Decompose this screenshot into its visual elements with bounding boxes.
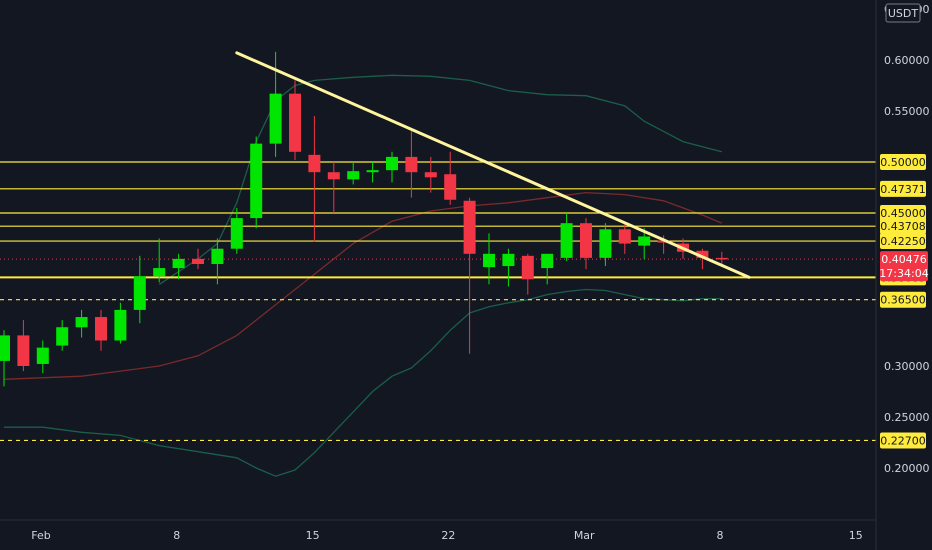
candle-body bbox=[36, 347, 49, 364]
candle-body bbox=[114, 309, 127, 341]
candle-body bbox=[347, 171, 360, 180]
price-tick-1: 0.55000 bbox=[884, 105, 930, 118]
candle-body bbox=[308, 154, 321, 173]
candle-body bbox=[230, 218, 243, 249]
candle-body bbox=[366, 170, 379, 173]
candle-body bbox=[580, 223, 592, 258]
price-chart[interactable]: 0.65000USDT0.600000.550000.300000.250000… bbox=[0, 0, 932, 550]
time-tick-2: 15 bbox=[306, 529, 320, 542]
time-tick-1: 8 bbox=[173, 529, 180, 542]
candle-body bbox=[56, 327, 69, 346]
candle-body bbox=[560, 223, 573, 258]
price-axis[interactable]: 0.65000USDT0.600000.550000.300000.250000… bbox=[875, 0, 932, 550]
time-tick-3: 22 bbox=[441, 529, 455, 542]
candle-body bbox=[618, 229, 631, 244]
candle-body bbox=[405, 156, 418, 173]
level-badge-label-3: 0.43708 bbox=[880, 220, 926, 233]
time-tick-5: 8 bbox=[717, 529, 724, 542]
countdown-label: 17:34:04 bbox=[879, 267, 928, 280]
price-tick-4: 0.20000 bbox=[884, 462, 930, 475]
candle-body bbox=[541, 253, 554, 269]
candle-body bbox=[521, 255, 534, 280]
candle-body bbox=[250, 143, 263, 219]
candle-body bbox=[483, 253, 495, 268]
candle-body bbox=[75, 317, 88, 328]
candle-body bbox=[211, 248, 224, 264]
chart-canvas[interactable]: 0.65000USDT0.600000.550000.300000.250000… bbox=[0, 0, 932, 550]
candle-body bbox=[133, 276, 146, 310]
candle-body bbox=[599, 229, 612, 258]
level-badge-label-2: 0.45000 bbox=[880, 207, 926, 220]
candle-body bbox=[502, 253, 515, 267]
candle-body bbox=[192, 258, 204, 264]
candle-body bbox=[289, 93, 301, 152]
candle-body bbox=[386, 156, 398, 171]
current-price-label: 0.40476 bbox=[881, 253, 927, 266]
candle-body bbox=[444, 174, 457, 200]
price-tick-2: 0.30000 bbox=[884, 360, 930, 373]
candle-body bbox=[424, 172, 437, 178]
candle-13 bbox=[250, 136, 263, 229]
candle-body bbox=[172, 258, 185, 269]
candle-body bbox=[269, 93, 282, 144]
candle-body bbox=[17, 335, 30, 366]
candle-body bbox=[638, 236, 651, 246]
candle-body bbox=[463, 200, 476, 254]
candle-body bbox=[153, 268, 166, 277]
currency-label: USDT bbox=[888, 7, 919, 20]
time-tick-0: Feb bbox=[31, 529, 50, 542]
time-tick-6: 15 bbox=[849, 529, 863, 542]
candle-body bbox=[715, 257, 728, 260]
level-badge-label-0: 0.50000 bbox=[880, 156, 926, 169]
level-badge-label-4: 0.42250 bbox=[880, 235, 926, 248]
candle-body bbox=[0, 335, 10, 361]
candle-body bbox=[327, 172, 340, 180]
level-badge-label-7: 0.22700 bbox=[880, 434, 926, 447]
candle-body bbox=[95, 317, 107, 341]
level-badge-label-1: 0.47371 bbox=[880, 183, 926, 196]
price-tick-0: 0.60000 bbox=[884, 54, 930, 67]
level-badge-label-6: 0.36500 bbox=[880, 294, 926, 307]
time-tick-4: Mar bbox=[574, 529, 595, 542]
price-tick-3: 0.25000 bbox=[884, 411, 930, 424]
